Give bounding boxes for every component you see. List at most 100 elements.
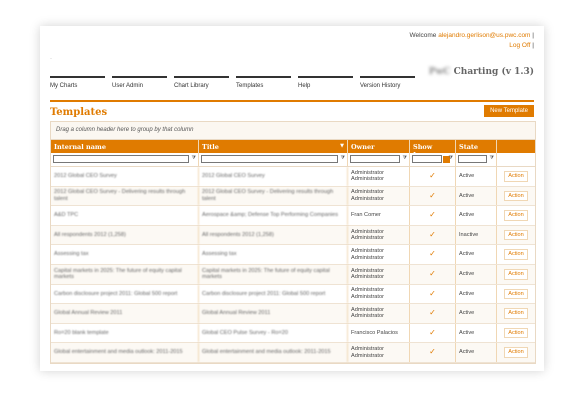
checkmark-icon: ✓ <box>410 245 456 264</box>
brand-logo-text: PwC <box>428 67 451 77</box>
nav-my-charts[interactable]: My Charts <box>50 76 105 89</box>
group-by-hint[interactable]: Drag a column header here to group by th… <box>51 122 535 140</box>
new-template-button[interactable]: New Template <box>484 105 534 117</box>
nav-user-admin[interactable]: User Admin <box>112 76 167 89</box>
user-email-link[interactable]: alejandro.gerlison@us.pwc.com <box>438 32 530 39</box>
action-button[interactable]: Action <box>504 288 528 300</box>
action-button[interactable]: Action <box>504 308 528 319</box>
action-button[interactable]: Action <box>504 249 528 260</box>
checkmark-icon: ✓ <box>410 225 456 245</box>
nav-version-history[interactable]: Version History <box>360 76 415 89</box>
cell-owner: Administrator Administrator <box>348 167 410 186</box>
app-brand: PwC Charting (v 1.3) <box>429 67 534 77</box>
cell-title: Global CEO Pulse Survey - Ro=20 <box>199 323 348 343</box>
checkmark-icon: ✓ <box>410 206 456 225</box>
table-row[interactable]: Capital markets in 2025: The future of e… <box>51 264 535 285</box>
welcome-block: Welcome alejandro.gerlison@us.pwc.com | … <box>409 31 534 51</box>
checkmark-icon: ✓ <box>410 323 456 343</box>
nav-chart-library[interactable]: Chart Library <box>174 76 229 89</box>
cell-state: Active <box>456 323 497 343</box>
cell-internal-name: A&D TPC <box>51 206 199 225</box>
cell-internal-name: 2012 Global CEO Survey - Delivering resu… <box>51 186 199 206</box>
table-row[interactable]: Ro=20 blank template Global CEO Pulse Su… <box>51 323 535 344</box>
cell-owner: Administrator Administrator <box>348 284 410 304</box>
cell-owner: Administrator Administrator <box>348 264 410 284</box>
log-off-link[interactable]: Log Off <box>509 42 530 49</box>
col-header-title[interactable]: Title ▼ <box>199 140 348 153</box>
cell-owner: Fran Comer <box>348 206 410 225</box>
cell-state: Active <box>456 186 497 206</box>
table-row[interactable]: Global entertainment and media outlook: … <box>51 343 535 363</box>
app-window: Welcome alejandro.gerlison@us.pwc.com | … <box>40 26 544 371</box>
checkmark-icon: ✓ <box>410 343 456 362</box>
welcome-label: Welcome <box>409 32 437 39</box>
cell-owner: Administrator Administrator <box>348 343 410 362</box>
filter-internal-name-input[interactable] <box>53 155 189 163</box>
cell-state: Active <box>456 343 497 362</box>
cell-state: Active <box>456 245 497 264</box>
cell-owner: Administrator Administrator <box>348 225 410 245</box>
table-row[interactable]: Global Annual Review 2011 Global Annual … <box>51 304 535 324</box>
checkmark-icon: ✓ <box>410 304 456 323</box>
col-header-show-logo[interactable]: Show Logo <box>410 140 456 159</box>
dot-marker: · <box>50 56 52 62</box>
cell-state: Active <box>456 284 497 304</box>
filter-title-input[interactable] <box>201 155 338 163</box>
cell-owner: Administrator Administrator <box>348 245 410 264</box>
cell-title: All respondents 2012 (1,258) <box>199 225 348 245</box>
filter-show-logo-select[interactable] <box>412 155 442 163</box>
checkmark-icon: ✓ <box>410 167 456 186</box>
col-header-internal-name[interactable]: Internal name <box>51 140 199 153</box>
cell-title: 2012 Global CEO Survey - Delivering resu… <box>199 186 348 206</box>
cell-state: Inactive <box>456 225 497 245</box>
nav-templates[interactable]: Templates <box>236 76 291 89</box>
cell-title: Global entertainment and media outlook: … <box>199 343 348 362</box>
cell-internal-name: Ro=20 blank template <box>51 323 199 343</box>
cell-internal-name: All respondents 2012 (1,258) <box>51 225 199 245</box>
filter-icon[interactable]: ⧩ <box>403 155 407 161</box>
filter-icon[interactable]: ⧩ <box>192 155 196 161</box>
cell-title: Carbon disclosure project 2011: Global 5… <box>199 284 348 304</box>
cell-title: Assessing tax <box>199 245 348 264</box>
nav-help[interactable]: Help <box>298 76 353 89</box>
cell-title: Capital markets in 2025: The future of e… <box>199 264 348 284</box>
checkmark-icon: ✓ <box>410 186 456 206</box>
table-row[interactable]: Carbon disclosure project 2011: Global 5… <box>51 284 535 305</box>
table-row[interactable]: A&D TPC Aerospace &amp; Defense Top Perf… <box>51 206 535 226</box>
col-header-state[interactable]: State <box>456 140 497 153</box>
table-row[interactable]: Assessing tax Assessing tax Administrato… <box>51 245 535 265</box>
action-button[interactable]: Action <box>504 171 528 182</box>
cell-state: Active <box>456 264 497 284</box>
separator-2: | <box>532 42 534 49</box>
separator: | <box>532 32 534 39</box>
col-header-action <box>497 140 535 153</box>
cell-owner: Administrator Administrator <box>348 304 410 323</box>
action-button[interactable]: Action <box>504 269 528 280</box>
table-row[interactable]: All respondents 2012 (1,258) All respond… <box>51 225 535 246</box>
action-button[interactable]: Action <box>504 347 528 358</box>
cell-title: 2012 Global CEO Survey <box>199 167 348 186</box>
action-button[interactable]: Action <box>504 210 528 221</box>
grid-header: Internal name Title▼ Owner Show Logo Sta… <box>51 140 535 159</box>
col-header-owner[interactable]: Owner <box>348 140 410 153</box>
title-divider <box>50 100 534 102</box>
cell-internal-name: Global entertainment and media outlook: … <box>51 343 199 362</box>
checkmark-icon: ✓ <box>410 284 456 304</box>
filter-owner-input[interactable] <box>350 155 400 163</box>
action-button[interactable]: Action <box>504 190 528 202</box>
filter-icon[interactable]: ⧩ <box>341 155 345 161</box>
filter-state-input[interactable] <box>458 155 487 163</box>
action-button[interactable]: Action <box>504 229 528 241</box>
cell-owner: Francisco Palacios <box>348 323 410 343</box>
filter-icon[interactable]: ⧩ <box>449 155 453 161</box>
cell-internal-name: 2012 Global CEO Survey <box>51 167 199 186</box>
sort-desc-icon: ▼ <box>340 143 344 149</box>
cell-state: Active <box>456 167 497 186</box>
cell-state: Active <box>456 304 497 323</box>
table-row[interactable]: 2012 Global CEO Survey - Delivering resu… <box>51 186 535 207</box>
filter-icon[interactable]: ⧩ <box>490 155 494 161</box>
templates-grid: Drag a column header here to group by th… <box>50 121 536 364</box>
table-row[interactable]: 2012 Global CEO Survey 2012 Global CEO S… <box>51 167 535 187</box>
action-button[interactable]: Action <box>504 327 528 339</box>
cell-internal-name: Capital markets in 2025: The future of e… <box>51 264 199 284</box>
